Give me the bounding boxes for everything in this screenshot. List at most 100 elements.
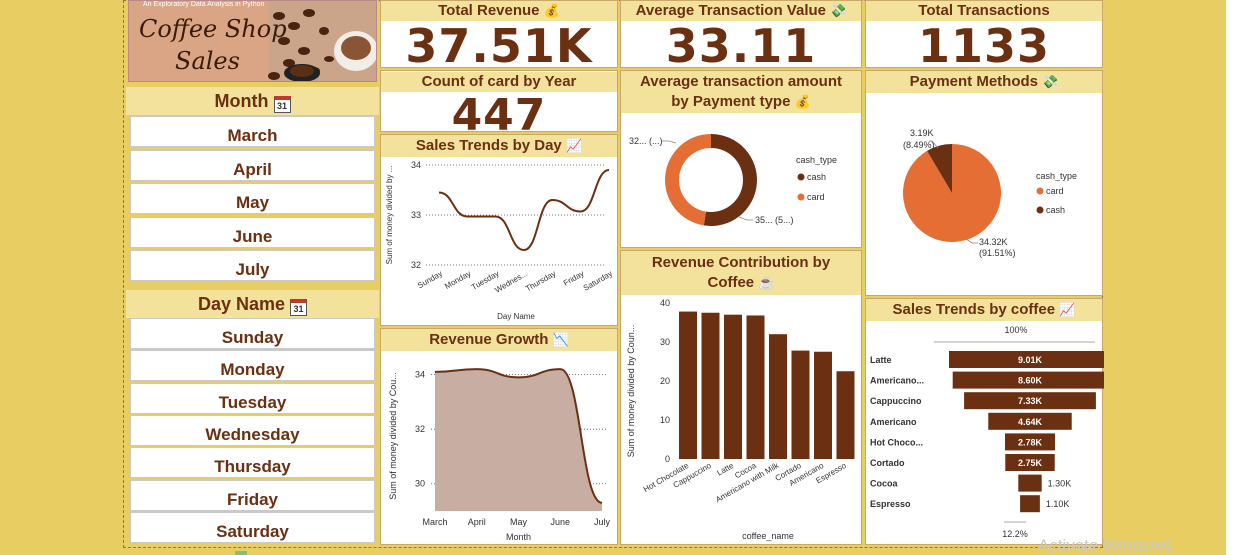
funnel-category-label: Latte	[870, 355, 892, 365]
right-scroll-strip[interactable]	[1225, 0, 1237, 555]
slicer-item[interactable]: Monday	[130, 350, 375, 382]
bar-cocoa	[746, 315, 765, 459]
activate-windows-watermark: Activate Windows	[1038, 536, 1173, 555]
sales-trends-by-day-chart[interactable]: Sales Trends by Day 📈 34 33 32 Sunday Monday…	[380, 134, 618, 326]
x-tick-label: June	[550, 517, 570, 527]
y-tick-label: 10	[660, 415, 670, 425]
total-revenue-card[interactable]: Total Revenue 💰 37.51K	[380, 0, 618, 69]
slicer-item[interactable]: April	[130, 149, 375, 181]
total-transactions-card[interactable]: Total Transactions 1133	[865, 0, 1103, 73]
cash-icon: 💸	[1042, 74, 1059, 89]
data-label-card-pct: (91.51%)	[979, 248, 1016, 258]
funnel-category-label: Hot Choco...	[870, 437, 923, 447]
slicer-item[interactable]: March	[130, 116, 375, 147]
bar-americano	[814, 351, 832, 459]
chart-up-icon: 📈	[1059, 302, 1076, 317]
funnel-value-label: 4.64K	[1018, 417, 1043, 427]
sales-by-coffee-plot: 100% Latte 9.01K Americano... 8.60K Cappuccin…	[870, 325, 1104, 539]
funnel-category-label: Cocoa	[870, 479, 899, 489]
chart-icon: 📉	[552, 332, 569, 347]
count-card-card[interactable]: Count of card by Year 447	[380, 70, 618, 138]
funnel-category-label: Espresso	[870, 499, 911, 509]
slicer-item[interactable]: Wednesday	[130, 414, 375, 446]
y-axis-label: Sum of money divided by Coun...	[626, 325, 636, 458]
y-tick-label: 0	[665, 454, 670, 464]
bar-espresso	[836, 371, 855, 459]
slicer-item[interactable]: Saturday	[130, 511, 375, 543]
legend-marker	[797, 173, 805, 181]
x-axis-label: Month	[506, 532, 531, 542]
x-tick-label: Sunday	[416, 269, 444, 290]
funnel-value-label: 9.01K	[1018, 355, 1043, 365]
legend-title: cash_type	[1036, 171, 1077, 181]
slicer-item[interactable]: June	[130, 216, 375, 248]
sales-by-coffee-title-text: Sales Trends by coffee	[892, 301, 1056, 318]
x-tick-label: Saturday	[582, 269, 614, 293]
day-slicer-title: Day Name 31	[126, 290, 379, 318]
legend-title: cash_type	[796, 155, 837, 165]
x-tick-label: Thursday	[524, 269, 557, 293]
avg-by-payment-chart[interactable]: Average transaction amount by Payment ty…	[620, 70, 862, 248]
leader-line	[738, 216, 753, 221]
x-tick-label: May	[510, 517, 528, 527]
total-revenue-title-text: Total Revenue	[438, 2, 540, 19]
bar-americano-with-milk	[769, 334, 787, 459]
x-tick-label: July	[594, 517, 611, 527]
y-tick-label: 20	[660, 376, 670, 386]
y-tick-label: 33	[411, 210, 421, 220]
payment-methods-chart[interactable]: Payment Methods 💸 3.19K (8.49%) 34.32K (91.…	[865, 70, 1103, 296]
bar-cortado	[791, 350, 810, 459]
revenue-by-coffee-title: Revenue Contribution by Coffee ☕	[621, 251, 861, 295]
y-axis-label: Sum of money divided by ...	[385, 166, 394, 265]
funnel-bar	[1020, 495, 1040, 513]
sales-by-coffee-title: Sales Trends by coffee 📈	[866, 299, 1102, 321]
y-tick-label: 30	[660, 337, 670, 347]
status-indicator	[235, 551, 247, 555]
data-label-cash: 35... (5...)	[755, 215, 794, 225]
slicer-item[interactable]: Sunday	[130, 318, 375, 349]
funnel-value-label: 2.78K	[1018, 437, 1043, 447]
revenue-growth-plot: 34 32 30 March April May June July Month Sum of m…	[388, 368, 611, 542]
y-tick-label: 32	[411, 260, 421, 270]
count-card-title: Count of card by Year	[381, 72, 617, 92]
data-label-card: 32... (...)	[629, 136, 663, 146]
coffee-cup-icon: ☕	[758, 275, 775, 290]
avg-transaction-card[interactable]: Average Transaction Value 💸 33.11	[620, 0, 862, 69]
banner-image: An Exploratory Data Analysis in Python C…	[128, 0, 377, 82]
y-tick-label: 32	[415, 424, 425, 434]
funnel-category-label: Cappuccino	[870, 396, 922, 406]
y-tick-label: 34	[415, 370, 425, 380]
slicer-item[interactable]: May	[130, 183, 375, 214]
sales-trends-by-coffee-chart[interactable]: Sales Trends by coffee 📈 100% Latte 9.01K A…	[865, 298, 1104, 545]
y-tick-label: 40	[660, 298, 670, 308]
day-slicer-title-text: Day Name	[197, 294, 286, 314]
revenue-by-coffee-chart[interactable]: Revenue Contribution by Coffee ☕ 40 30 20 1…	[620, 250, 862, 545]
data-label-cash-value: 3.19K	[910, 128, 934, 138]
avg-by-payment-plot: 32... (...) 35... (5...) cash_typecash card	[629, 134, 837, 226]
y-tick-label: 34	[411, 160, 421, 170]
bar-cappuccino	[701, 312, 720, 459]
sales-by-day-title-text: Sales Trends by Day	[415, 137, 562, 154]
bar-hot-chocolate	[679, 311, 697, 459]
x-tick-label: Latte	[715, 461, 735, 478]
revenue-growth-chart[interactable]: Revenue Growth 📉 34 32 30 March April May June…	[380, 328, 618, 545]
leader-line	[661, 140, 677, 144]
total-transactions-title: Total Transactions	[866, 1, 1102, 21]
slicer-item[interactable]: July	[130, 250, 375, 281]
legend-marker	[1036, 206, 1044, 214]
sales-by-day-title: Sales Trends by Day 📈	[381, 135, 617, 157]
banner-title-line1: Coffee Shop	[139, 15, 287, 43]
slicer-item[interactable]: Friday	[130, 479, 375, 511]
avg-by-payment-title-line1: Average transaction amount	[640, 73, 842, 90]
donut-slice-cash	[703, 134, 757, 226]
total-transactions-value: 1133	[917, 19, 1051, 73]
revenue-by-coffee-plot: 403020100Hot ChocolateCappuccino LatteCoc…	[626, 298, 855, 541]
slicer-item[interactable]: Thursday	[130, 447, 375, 479]
slicer-item[interactable]: Tuesday	[130, 382, 375, 414]
x-tick-label: Monday	[443, 269, 472, 291]
avg-transaction-title-text: Average Transaction Value	[635, 2, 826, 19]
funnel-value-label: 8.60K	[1018, 376, 1043, 386]
x-tick-label: Wednes...	[493, 269, 529, 295]
legend-marker	[797, 193, 805, 201]
sales-line	[438, 169, 610, 252]
